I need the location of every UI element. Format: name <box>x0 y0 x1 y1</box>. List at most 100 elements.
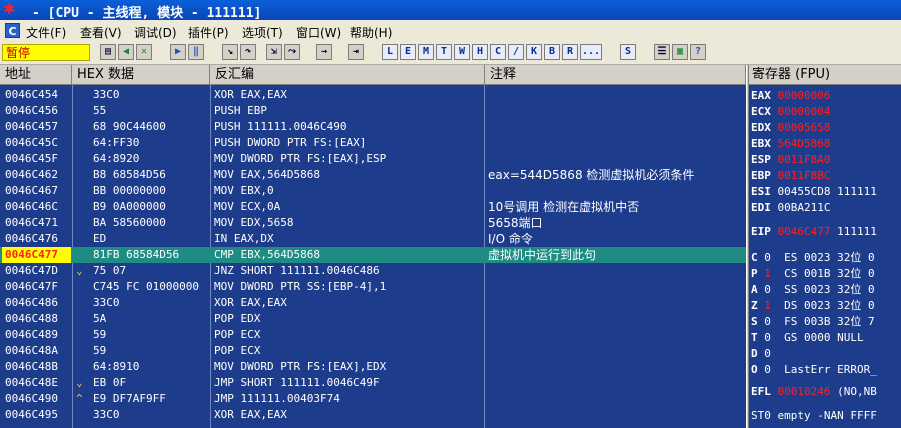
rewind-icon[interactable]: ◀ <box>118 44 134 60</box>
fpu-row[interactable]: ST0 empty -NAN FFFF <box>751 408 877 424</box>
disasm-cell: PUSH DWORD PTR FS:[EAX] <box>214 136 367 149</box>
disasm-cell: POP EDX <box>214 312 261 325</box>
register-row[interactable]: EFL 00010246 (NO,NB <box>751 384 877 400</box>
table-row[interactable]: 0046C48A 59 POP ECX <box>0 343 746 359</box>
table-row[interactable]: 0046C462 B8 68584D56 MOV EAX,564D5868 eax=5… <box>0 167 746 183</box>
trace-into-icon[interactable]: ⇲ <box>266 44 282 60</box>
comment-cell: eax=544D5868 检测虚拟机必须条件 <box>488 168 695 182</box>
table-row[interactable]: 0046C48B 64:8910 MOV DWORD PTR FS:[EAX],ED… <box>0 359 746 375</box>
table-row[interactable]: 0046C471 BA 58560000 MOV EDX,5658 5658端口 <box>0 215 746 231</box>
menu-help[interactable]: 帮助(H) <box>350 24 392 41</box>
list-icon[interactable]: ☰ <box>654 44 670 60</box>
table-row[interactable]: 0046C47D ⌄ 75 07 JNZ SHORT 111111.0046C486 <box>0 263 746 279</box>
menu-debug[interactable]: 调试(D) <box>134 24 177 41</box>
disasm-cell: PUSH 111111.0046C490 <box>214 120 347 133</box>
flag-row[interactable]: P 1 CS 001B 32位 0 <box>751 266 875 282</box>
table-row[interactable]: 0046C489 59 POP ECX <box>0 327 746 343</box>
table-row[interactable]: 0046C48E ⌄ EB 0F JMP SHORT 111111.0046C49F <box>0 375 746 391</box>
go-to-icon[interactable]: ⇥ <box>348 44 364 60</box>
flag-row[interactable]: S 0 FS 003B 32位 7 <box>751 314 875 330</box>
bug-icon[interactable]: ✱ <box>3 1 19 17</box>
table-row[interactable]: 0046C495 33C0 XOR EAX,EAX <box>0 407 746 423</box>
flag-row[interactable]: A 0 SS 0023 32位 0 <box>751 282 875 298</box>
menu-view[interactable]: 查看(V) <box>80 24 122 41</box>
registers-header[interactable]: 寄存器 (FPU) <box>749 65 901 85</box>
column-comment[interactable]: 注释 <box>485 65 746 85</box>
flag-row[interactable]: T 0 GS 0000 NULL <box>751 330 864 346</box>
title-bar[interactable]: ✱ - [CPU - 主线程, 模块 - 111111] <box>0 0 901 21</box>
handles-window-button[interactable]: H <box>472 44 488 60</box>
table-row[interactable]: 0046C45C 64:FF30 PUSH DWORD PTR FS:[EAX] <box>0 135 746 151</box>
table-row[interactable]: 0046C454 33C0 XOR EAX,EAX <box>0 87 746 103</box>
flag-row[interactable]: O 0 LastErr ERROR_ <box>751 362 877 378</box>
table-row[interactable]: 0046C456 55 PUSH EBP <box>0 103 746 119</box>
register-row[interactable]: EBP 0011F8BC <box>751 168 830 184</box>
register-row[interactable]: ESI 00455CD8 111111 <box>751 184 877 200</box>
flag-row[interactable]: Z 1 DS 0023 32位 0 <box>751 298 875 314</box>
column-address[interactable]: 地址 <box>0 65 72 85</box>
references-window-button[interactable]: R <box>562 44 578 60</box>
table-row[interactable]: 0046C490 ^ E9 DF7AF9FF JMP 111111.00403F74 <box>0 391 746 407</box>
step-into-icon[interactable]: ↘ <box>222 44 238 60</box>
hex-cell: 5A <box>93 312 107 325</box>
register-row[interactable]: ECX 00000004 <box>751 104 830 120</box>
menu-options[interactable]: 选项(T) <box>242 24 283 41</box>
register-row[interactable]: ESP 0011F8A0 <box>751 152 830 168</box>
hex-cell: B8 68584D56 <box>93 168 166 181</box>
flag-name: C <box>751 251 758 264</box>
open-icon[interactable]: ▤ <box>100 44 116 60</box>
register-comment: (NO,NB <box>837 385 877 398</box>
menu-file[interactable]: 文件(F) <box>26 24 66 41</box>
cpu-window-icon[interactable]: C <box>5 23 20 38</box>
table-row[interactable]: 0046C457 68 90C44600 PUSH 111111.0046C490 <box>0 119 746 135</box>
flag-row[interactable]: C 0 ES 0023 32位 0 <box>751 250 875 266</box>
flag-row[interactable]: D 0 <box>751 346 784 362</box>
table-row[interactable]: 0046C476 ED IN EAX,DX I/O 命令 <box>0 231 746 247</box>
register-row[interactable]: EBX 564D5868 <box>751 136 830 152</box>
flag-value: 0 <box>764 251 771 264</box>
table-row[interactable]: 0046C486 33C0 XOR EAX,EAX <box>0 295 746 311</box>
close-icon[interactable]: ✕ <box>136 44 152 60</box>
table-row[interactable]: 0046C45F 64:8920 MOV DWORD PTR FS:[EAX],ES… <box>0 151 746 167</box>
threads-window-button[interactable]: T <box>436 44 452 60</box>
table-row-selected[interactable]: 0046C477 81FB 68584D56 CMP EBX,564D5868 虚拟机… <box>0 247 746 263</box>
table-row[interactable]: 0046C488 5A POP EDX <box>0 311 746 327</box>
registers-pane[interactable]: EAX 00000006 ECX 00000004 EDX 00005658 EBX … <box>749 85 901 428</box>
source-window-button[interactable]: S <box>620 44 636 60</box>
log-window-button[interactable]: L <box>382 44 398 60</box>
address-cell: 0046C48B <box>5 360 58 373</box>
call-stack-button[interactable]: K <box>526 44 542 60</box>
patches-window-button[interactable]: / <box>508 44 524 60</box>
step-over-icon[interactable]: ↷ <box>240 44 256 60</box>
breakpoints-window-button[interactable]: B <box>544 44 560 60</box>
execute-till-return-icon[interactable]: → <box>316 44 332 60</box>
register-value: 00010246 <box>777 385 831 398</box>
run-trace-button[interactable]: ... <box>580 44 602 60</box>
table-row[interactable]: 0046C47F C745 FC 01000000 MOV DWORD PTR SS… <box>0 279 746 295</box>
run-icon[interactable]: ▶ <box>170 44 186 60</box>
comment-cell <box>488 375 746 391</box>
register-row[interactable]: EIP 0046C477 111111 <box>751 224 877 240</box>
register-row[interactable]: EDI 00BA211C <box>751 200 830 216</box>
disassembly-pane[interactable]: 0046C454 33C0 XOR EAX,EAX 0046C456 55 PUSH EB… <box>0 85 746 428</box>
column-hex[interactable]: HEX 数据 <box>72 65 210 85</box>
pause-icon[interactable]: ‖ <box>188 44 204 60</box>
help-icon[interactable]: ? <box>690 44 706 60</box>
cpu-window-button[interactable]: C <box>490 44 506 60</box>
windows-window-button[interactable]: W <box>454 44 470 60</box>
memory-window-button[interactable]: M <box>418 44 434 60</box>
grid-icon[interactable]: ▦ <box>672 44 688 60</box>
register-row[interactable]: EAX 00000006 <box>751 88 830 104</box>
flag-value: 1 <box>764 299 771 312</box>
table-row[interactable]: 0046C46C B9 0A000000 MOV ECX,0A 10号调用 检测在虚拟… <box>0 199 746 215</box>
register-row[interactable]: EDX 00005658 <box>751 120 830 136</box>
address-cell: 0046C467 <box>5 184 58 197</box>
menu-window[interactable]: 窗口(W) <box>296 24 341 41</box>
hex-cell: 68 90C44600 <box>93 120 166 133</box>
segment-info: DS 0023 32位 0 <box>784 299 875 312</box>
table-row[interactable]: 0046C467 BB 00000000 MOV EBX,0 <box>0 183 746 199</box>
column-disasm[interactable]: 反汇编 <box>210 65 485 85</box>
trace-over-icon[interactable]: ⤳ <box>284 44 300 60</box>
modules-window-button[interactable]: E <box>400 44 416 60</box>
menu-plugins[interactable]: 插件(P) <box>188 24 229 41</box>
